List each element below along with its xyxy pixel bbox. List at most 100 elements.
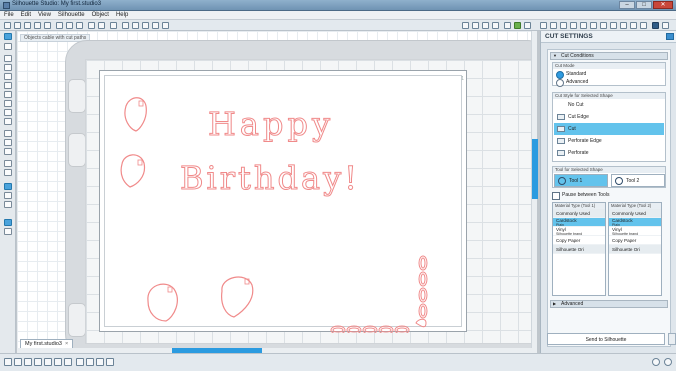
sketch-icon[interactable]: [4, 169, 12, 176]
cut-icon[interactable]: [56, 22, 63, 29]
vertical-scrollbar[interactable]: [531, 31, 538, 348]
library-view-icon[interactable]: [492, 22, 499, 29]
layers-icon[interactable]: [640, 22, 647, 29]
fill-tool-icon[interactable]: [4, 192, 12, 199]
save-icon[interactable]: [24, 22, 31, 29]
send-backward-icon[interactable]: [96, 358, 104, 366]
cut-style-no-cut[interactable]: No Cut: [554, 99, 664, 111]
birthday-text[interactable]: Birthday!: [180, 159, 360, 198]
section-cut-conditions[interactable]: Cut Conditions: [550, 52, 668, 60]
zoom-select-icon[interactable]: [4, 358, 12, 366]
material-list-tool1[interactable]: Material Type (Tool 1) Commonly Used Car…: [552, 202, 606, 296]
menu-edit[interactable]: Edit: [21, 11, 31, 19]
knife-icon[interactable]: [4, 139, 12, 146]
curve-tool-icon[interactable]: [4, 73, 12, 80]
material-cardstock[interactable]: Cardstock Plain: [553, 218, 605, 227]
freehand-tool-icon[interactable]: [4, 109, 12, 116]
grid-icon[interactable]: [472, 22, 479, 29]
send-back-icon[interactable]: [76, 358, 84, 366]
registration-icon[interactable]: [504, 22, 511, 29]
modify-icon[interactable]: [600, 22, 607, 29]
section-advanced[interactable]: Advanced: [550, 300, 668, 308]
cut-style-perforate-edge[interactable]: Perforate Edge: [554, 135, 664, 147]
minimize-button[interactable]: –: [619, 1, 635, 9]
replicate-icon[interactable]: [590, 22, 597, 29]
scroll-border-vertical[interactable]: [418, 255, 428, 319]
zoom-out-icon[interactable]: [142, 22, 149, 29]
material-vinyl[interactable]: Vinyl Silhouette brand: [553, 227, 605, 236]
color-tool-icon[interactable]: [4, 201, 12, 208]
transform-icon[interactable]: [580, 22, 587, 29]
pan-icon[interactable]: [122, 22, 129, 29]
send-options-icon[interactable]: [668, 333, 676, 345]
select-tool-icon[interactable]: [110, 22, 117, 29]
print-cut-icon[interactable]: [514, 22, 521, 29]
paste-icon[interactable]: [76, 22, 83, 29]
zoom-page-icon[interactable]: [162, 22, 169, 29]
cut-mode-advanced-radio[interactable]: Advanced: [556, 79, 588, 87]
material2-cardstock[interactable]: Cardstock Plain: [609, 218, 661, 227]
send-to-silhouette-icon[interactable]: [662, 22, 669, 29]
store-panel-icon[interactable]: [4, 228, 12, 235]
fill-color-icon[interactable]: [540, 22, 547, 29]
material2-silhouette-ori[interactable]: Silhouette Ori: [609, 245, 661, 254]
send-to-silhouette-button[interactable]: Send to Silhouette: [547, 333, 665, 345]
tool-1-button[interactable]: Tool 1: [554, 174, 608, 187]
material-commonly-used[interactable]: Commonly Used: [553, 209, 605, 218]
canvas-area[interactable]: Objects cable with cut paths 1 Happy Bir…: [17, 31, 537, 348]
material2-vinyl[interactable]: Vinyl Silhouette brand: [609, 227, 661, 236]
redo-icon[interactable]: [98, 22, 105, 29]
design-page[interactable]: 1 Happy Birthday!: [99, 70, 467, 333]
arc-tool-icon[interactable]: [4, 82, 12, 89]
compound-icon[interactable]: [34, 358, 42, 366]
send-icon[interactable]: [524, 22, 531, 29]
cut-line-icon[interactable]: [4, 160, 12, 167]
rectangle-tool-icon[interactable]: [4, 91, 12, 98]
material-copy-paper[interactable]: Copy Paper: [553, 236, 605, 245]
material2-copy-paper[interactable]: Copy Paper: [609, 236, 661, 245]
new-file-icon[interactable]: [4, 22, 11, 29]
library-panel-icon[interactable]: [4, 219, 12, 226]
open-file-icon[interactable]: [14, 22, 21, 29]
cut-style-cut[interactable]: Cut: [554, 123, 664, 135]
pause-between-tools-checkbox[interactable]: Pause between Tools: [552, 192, 609, 200]
line-style-icon[interactable]: [560, 22, 567, 29]
happy-text[interactable]: Happy: [208, 105, 334, 144]
cut-style-cut-edge[interactable]: Cut Edge: [554, 111, 664, 123]
zoom-in-icon[interactable]: [132, 22, 139, 29]
smooth-freehand-icon[interactable]: [4, 118, 12, 125]
polygon-tool-icon[interactable]: [4, 64, 12, 71]
close-button[interactable]: ✕: [653, 1, 673, 9]
group-icon[interactable]: [14, 358, 22, 366]
tool-2-button[interactable]: Tool 2: [611, 174, 665, 187]
menu-silhouette[interactable]: Silhouette: [58, 11, 85, 19]
material-list-tool2[interactable]: Material Type (Tool 2) Commonly Used Car…: [608, 202, 662, 296]
ellipse-tool-icon[interactable]: [4, 100, 12, 107]
cut-mode-standard-radio[interactable]: Standard: [556, 71, 586, 79]
print-icon[interactable]: [44, 22, 51, 29]
point-edit-icon[interactable]: [4, 43, 12, 50]
balloon-3[interactable]: [147, 283, 178, 322]
page-icon[interactable]: [630, 22, 637, 29]
copy-icon[interactable]: [66, 22, 73, 29]
menu-help[interactable]: Help: [116, 11, 128, 19]
vertical-scroll-thumb[interactable]: [532, 139, 538, 199]
text-tool-icon[interactable]: [4, 148, 12, 155]
menu-object[interactable]: Object: [92, 11, 109, 19]
maximize-button[interactable]: □: [636, 1, 652, 9]
settings-gear-icon[interactable]: [652, 358, 660, 366]
cut-settings-icon[interactable]: [652, 22, 659, 29]
release-compound-icon[interactable]: [44, 358, 52, 366]
draw-mode-icon[interactable]: [4, 183, 12, 190]
library-icon[interactable]: [34, 22, 41, 29]
doc-tab-close-icon[interactable]: ×: [65, 341, 68, 347]
store-icon[interactable]: [482, 22, 489, 29]
material-silhouette-ori[interactable]: Silhouette Ori: [553, 245, 605, 254]
refresh-icon[interactable]: [664, 358, 672, 366]
zoom-fit-icon[interactable]: [152, 22, 159, 29]
page-settings-icon[interactable]: [462, 22, 469, 29]
eraser-icon[interactable]: [4, 130, 12, 137]
menu-file[interactable]: File: [4, 11, 14, 19]
menu-view[interactable]: View: [38, 11, 51, 19]
panel-collapse-button[interactable]: [666, 33, 674, 40]
